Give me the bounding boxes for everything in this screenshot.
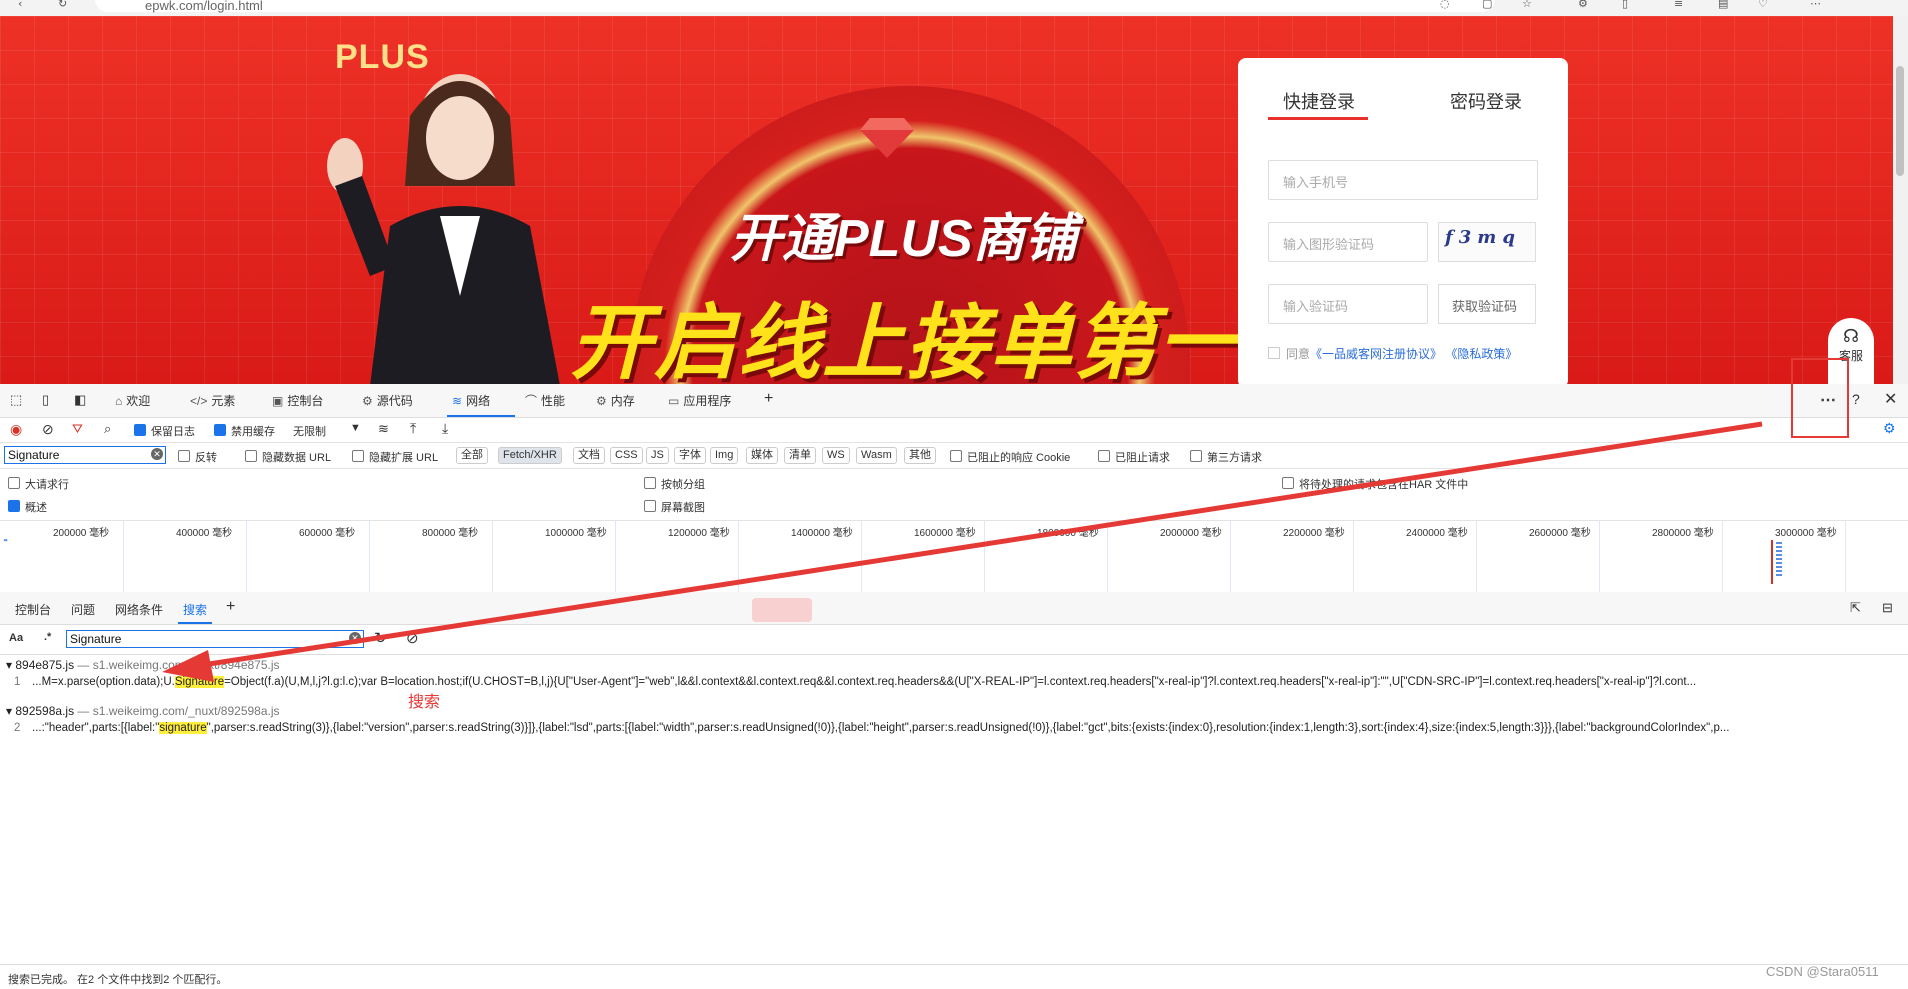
annotation-label: 搜索: [408, 694, 441, 711]
watermark: CSDN @Stara0511: [1766, 964, 1879, 979]
annotation-arrow: [162, 421, 1763, 682]
